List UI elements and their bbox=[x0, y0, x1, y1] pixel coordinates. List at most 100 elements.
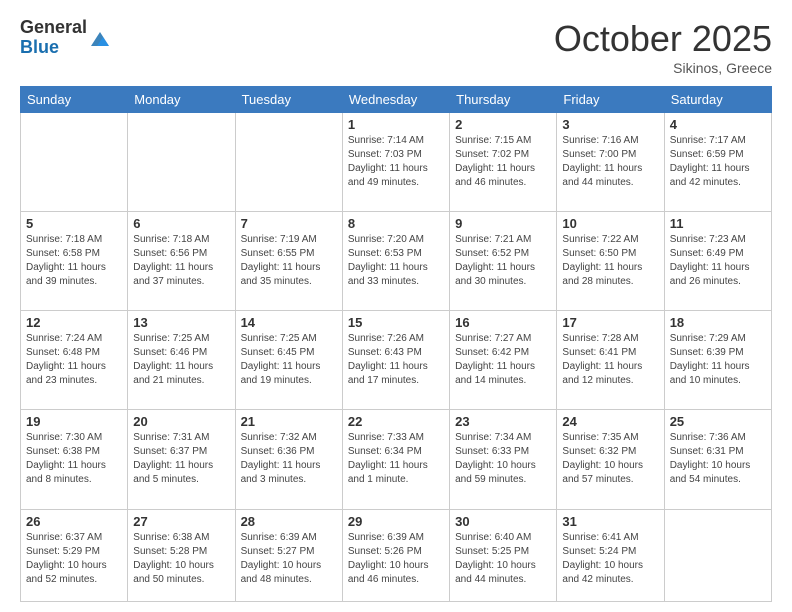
table-row: 2 Sunrise: 7:15 AMSunset: 7:02 PMDaylight… bbox=[450, 113, 557, 212]
header-saturday: Saturday bbox=[664, 87, 771, 113]
day-number: 25 bbox=[670, 414, 766, 429]
header-wednesday: Wednesday bbox=[342, 87, 449, 113]
day-number: 17 bbox=[562, 315, 658, 330]
table-row: 5 Sunrise: 7:18 AMSunset: 6:58 PMDaylight… bbox=[21, 212, 128, 311]
table-row: 30 Sunrise: 6:40 AMSunset: 5:25 PMDayligh… bbox=[450, 509, 557, 601]
day-info: Sunrise: 7:25 AMSunset: 6:46 PMDaylight:… bbox=[133, 332, 229, 388]
day-number: 1 bbox=[348, 117, 444, 132]
table-row: 18Sunrise: 7:29 AMSunset: 6:39 PMDayligh… bbox=[664, 311, 771, 410]
day-info: Sunrise: 7:31 AMSunset: 6:37 PMDaylight:… bbox=[133, 431, 229, 487]
day-number: 7 bbox=[241, 216, 337, 231]
table-row: 27Sunrise: 6:38 AMSunset: 5:28 PMDayligh… bbox=[128, 509, 235, 601]
table-row: 17 Sunrise: 7:28 AMSunset: 6:41 PMDayligh… bbox=[557, 311, 664, 410]
calendar-week-row: 5 Sunrise: 7:18 AMSunset: 6:58 PMDaylight… bbox=[21, 212, 772, 311]
day-info: Sunrise: 7:29 AMSunset: 6:39 PMDaylight:… bbox=[670, 332, 766, 388]
header-friday: Friday bbox=[557, 87, 664, 113]
day-info: Sunrise: 7:24 AMSunset: 6:48 PMDaylight:… bbox=[26, 332, 122, 388]
day-number: 30 bbox=[455, 514, 551, 529]
table-row bbox=[235, 113, 342, 212]
day-number: 31 bbox=[562, 514, 658, 529]
day-number: 29 bbox=[348, 514, 444, 529]
day-info: Sunrise: 6:38 AMSunset: 5:28 PMDaylight:… bbox=[133, 531, 229, 587]
table-row: 25Sunrise: 7:36 AMSunset: 6:31 PMDayligh… bbox=[664, 410, 771, 509]
day-info: Sunrise: 6:40 AMSunset: 5:25 PMDaylight:… bbox=[455, 531, 551, 587]
table-row: 28 Sunrise: 6:39 AMSunset: 5:27 PMDayligh… bbox=[235, 509, 342, 601]
table-row: 26Sunrise: 6:37 AMSunset: 5:29 PMDayligh… bbox=[21, 509, 128, 601]
day-number: 8 bbox=[348, 216, 444, 231]
day-info: Sunrise: 7:32 AMSunset: 6:36 PMDaylight:… bbox=[241, 431, 337, 487]
day-number: 9 bbox=[455, 216, 551, 231]
table-row bbox=[664, 509, 771, 601]
table-row: 13 Sunrise: 7:25 AMSunset: 6:46 PMDayligh… bbox=[128, 311, 235, 410]
day-info: Sunrise: 6:41 AMSunset: 5:24 PMDaylight:… bbox=[562, 531, 658, 587]
header-tuesday: Tuesday bbox=[235, 87, 342, 113]
header: General Blue October 2025 Sikinos, Greec… bbox=[20, 18, 772, 76]
day-info: Sunrise: 7:14 AMSunset: 7:03 PMDaylight:… bbox=[348, 134, 444, 190]
day-info: Sunrise: 7:28 AMSunset: 6:41 PMDaylight:… bbox=[562, 332, 658, 388]
title-block: October 2025 Sikinos, Greece bbox=[554, 18, 772, 76]
day-number: 15 bbox=[348, 315, 444, 330]
day-number: 22 bbox=[348, 414, 444, 429]
table-row: 1 Sunrise: 7:14 AMSunset: 7:03 PMDaylight… bbox=[342, 113, 449, 212]
day-number: 28 bbox=[241, 514, 337, 529]
day-number: 13 bbox=[133, 315, 229, 330]
calendar-header-row: Sunday Monday Tuesday Wednesday Thursday… bbox=[21, 87, 772, 113]
table-row: 4Sunrise: 7:17 AMSunset: 6:59 PMDaylight… bbox=[664, 113, 771, 212]
table-row: 22 Sunrise: 7:33 AMSunset: 6:34 PMDayligh… bbox=[342, 410, 449, 509]
day-info: Sunrise: 7:33 AMSunset: 6:34 PMDaylight:… bbox=[348, 431, 444, 487]
header-sunday: Sunday bbox=[21, 87, 128, 113]
day-number: 2 bbox=[455, 117, 551, 132]
day-info: Sunrise: 7:26 AMSunset: 6:43 PMDaylight:… bbox=[348, 332, 444, 388]
day-number: 3 bbox=[562, 117, 658, 132]
table-row: 10Sunrise: 7:22 AMSunset: 6:50 PMDayligh… bbox=[557, 212, 664, 311]
day-number: 11 bbox=[670, 216, 766, 231]
day-number: 4 bbox=[670, 117, 766, 132]
day-number: 21 bbox=[241, 414, 337, 429]
table-row: 23Sunrise: 7:34 AMSunset: 6:33 PMDayligh… bbox=[450, 410, 557, 509]
calendar-table: Sunday Monday Tuesday Wednesday Thursday… bbox=[20, 86, 772, 602]
day-number: 16 bbox=[455, 315, 551, 330]
table-row: 24Sunrise: 7:35 AMSunset: 6:32 PMDayligh… bbox=[557, 410, 664, 509]
day-number: 20 bbox=[133, 414, 229, 429]
day-info: Sunrise: 7:23 AMSunset: 6:49 PMDaylight:… bbox=[670, 233, 766, 289]
day-info: Sunrise: 7:35 AMSunset: 6:32 PMDaylight:… bbox=[562, 431, 658, 487]
logo-icon bbox=[89, 28, 111, 50]
day-number: 12 bbox=[26, 315, 122, 330]
day-number: 19 bbox=[26, 414, 122, 429]
day-info: Sunrise: 6:39 AMSunset: 5:26 PMDaylight:… bbox=[348, 531, 444, 587]
calendar-week-row: 12 Sunrise: 7:24 AMSunset: 6:48 PMDayligh… bbox=[21, 311, 772, 410]
day-info: Sunrise: 7:21 AMSunset: 6:52 PMDaylight:… bbox=[455, 233, 551, 289]
table-row bbox=[21, 113, 128, 212]
day-info: Sunrise: 7:18 AMSunset: 6:58 PMDaylight:… bbox=[26, 233, 122, 289]
day-number: 5 bbox=[26, 216, 122, 231]
day-info: Sunrise: 7:18 AMSunset: 6:56 PMDaylight:… bbox=[133, 233, 229, 289]
day-info: Sunrise: 7:19 AMSunset: 6:55 PMDaylight:… bbox=[241, 233, 337, 289]
table-row bbox=[128, 113, 235, 212]
table-row: 15 Sunrise: 7:26 AMSunset: 6:43 PMDayligh… bbox=[342, 311, 449, 410]
day-info: Sunrise: 7:25 AMSunset: 6:45 PMDaylight:… bbox=[241, 332, 337, 388]
logo-blue: Blue bbox=[20, 38, 87, 58]
day-number: 26 bbox=[26, 514, 122, 529]
table-row: 19 Sunrise: 7:30 AMSunset: 6:38 PMDayligh… bbox=[21, 410, 128, 509]
table-row: 31 Sunrise: 6:41 AMSunset: 5:24 PMDayligh… bbox=[557, 509, 664, 601]
day-info: Sunrise: 7:15 AMSunset: 7:02 PMDaylight:… bbox=[455, 134, 551, 190]
table-row: 29 Sunrise: 6:39 AMSunset: 5:26 PMDayligh… bbox=[342, 509, 449, 601]
month-title: October 2025 bbox=[554, 18, 772, 60]
header-monday: Monday bbox=[128, 87, 235, 113]
table-row: 3 Sunrise: 7:16 AMSunset: 7:00 PMDaylight… bbox=[557, 113, 664, 212]
calendar-week-row: 26Sunrise: 6:37 AMSunset: 5:29 PMDayligh… bbox=[21, 509, 772, 601]
calendar-week-row: 19 Sunrise: 7:30 AMSunset: 6:38 PMDayligh… bbox=[21, 410, 772, 509]
table-row: 20 Sunrise: 7:31 AMSunset: 6:37 PMDayligh… bbox=[128, 410, 235, 509]
day-info: Sunrise: 6:39 AMSunset: 5:27 PMDaylight:… bbox=[241, 531, 337, 587]
calendar-week-row: 1 Sunrise: 7:14 AMSunset: 7:03 PMDaylight… bbox=[21, 113, 772, 212]
table-row: 21 Sunrise: 7:32 AMSunset: 6:36 PMDayligh… bbox=[235, 410, 342, 509]
day-info: Sunrise: 7:27 AMSunset: 6:42 PMDaylight:… bbox=[455, 332, 551, 388]
day-number: 10 bbox=[562, 216, 658, 231]
subtitle: Sikinos, Greece bbox=[554, 60, 772, 76]
day-info: Sunrise: 7:30 AMSunset: 6:38 PMDaylight:… bbox=[26, 431, 122, 487]
table-row: 11 Sunrise: 7:23 AMSunset: 6:49 PMDayligh… bbox=[664, 212, 771, 311]
day-info: Sunrise: 7:20 AMSunset: 6:53 PMDaylight:… bbox=[348, 233, 444, 289]
day-info: Sunrise: 7:16 AMSunset: 7:00 PMDaylight:… bbox=[562, 134, 658, 190]
table-row: 16 Sunrise: 7:27 AMSunset: 6:42 PMDayligh… bbox=[450, 311, 557, 410]
page: General Blue October 2025 Sikinos, Greec… bbox=[0, 0, 792, 612]
